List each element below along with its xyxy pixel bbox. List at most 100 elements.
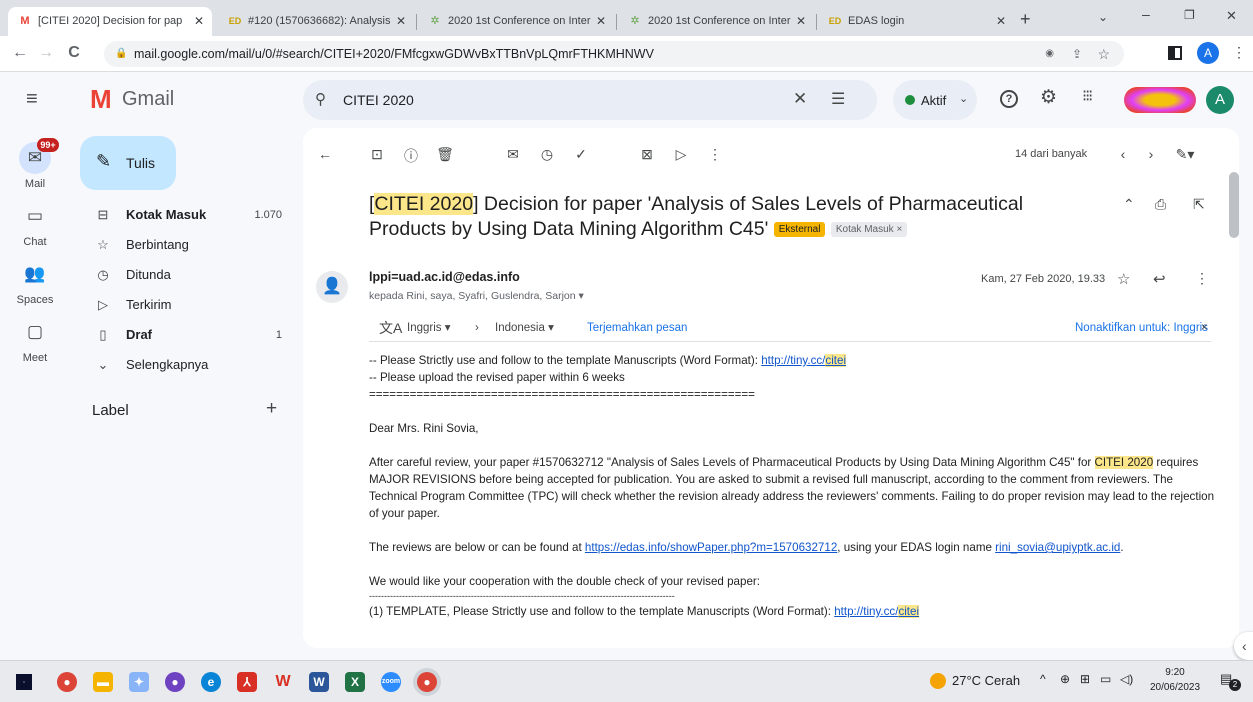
back-to-list-icon[interactable]: ← — [315, 146, 335, 162]
clock-time[interactable]: 9:20 — [1150, 667, 1200, 678]
url-field[interactable]: 🔒 mail.google.com/mail/u/0/#search/CITEI… — [104, 41, 1124, 67]
account-avatar[interactable]: A — [1206, 86, 1234, 114]
excel-icon[interactable]: X — [345, 672, 365, 692]
status-selector[interactable]: Aktif ⌄ — [893, 80, 977, 120]
archive-icon[interactable]: ⊡ — [367, 146, 387, 163]
close-tab-icon[interactable]: ✕ — [996, 7, 1006, 36]
browser-tab[interactable]: ✲ 2020 1st Conference on Inter ✕ — [618, 7, 814, 36]
chrome-profile-icon[interactable]: ● — [417, 672, 437, 692]
rail-item-spaces[interactable]: 👥 Spaces — [0, 258, 70, 306]
browser-tab[interactable]: M [CITEI 2020] Decision for pap ✕ — [8, 7, 212, 36]
view-icon[interactable]: ◉ — [1045, 41, 1054, 67]
zoom-icon[interactable]: zoom — [381, 672, 401, 692]
nav-item-more[interactable]: ⌄ Selengkapnya — [80, 350, 300, 380]
profile-avatar[interactable]: A — [1197, 42, 1219, 64]
review-link[interactable]: https://edas.info/showPaper.php?m=157063… — [585, 541, 837, 554]
forward-icon[interactable]: → — [36, 44, 56, 62]
main-menu-icon[interactable]: ≡ — [26, 88, 38, 111]
acrobat-icon[interactable]: ⅄ — [237, 672, 257, 692]
browser-tab[interactable]: ✲ 2020 1st Conference on Inter ✕ — [418, 7, 614, 36]
windows-start-icon[interactable] — [16, 674, 32, 690]
nav-item-snoozed[interactable]: ◷ Ditunda — [80, 260, 300, 290]
disable-translate-link[interactable]: Nonaktifkan untuk: Inggris — [1075, 314, 1208, 342]
file-explorer-icon[interactable]: ▬ — [93, 672, 113, 692]
search-bar[interactable]: ⚲ CITEI 2020 ✕ ☰ — [303, 80, 877, 120]
restore-icon[interactable]: ❐ — [1184, 8, 1195, 22]
show-side-panel-icon[interactable]: ‹ — [1234, 632, 1253, 660]
translate-link[interactable]: Terjemahkan pesan — [587, 314, 687, 342]
clear-search-icon[interactable]: ✕ — [793, 89, 807, 109]
source-language[interactable]: Inggris ▾ — [407, 314, 451, 342]
print-icon[interactable]: ⎙ — [1155, 196, 1166, 213]
add-task-icon[interactable]: ✓ — [571, 146, 591, 163]
move-to-icon[interactable]: ⊠ — [637, 146, 657, 163]
more-options-icon[interactable]: ⋮ — [705, 146, 725, 163]
template-link[interactable]: http://tiny.cc/citei — [761, 354, 847, 367]
bookmark-star-icon[interactable]: ☆ — [1097, 41, 1110, 67]
clock-date[interactable]: 20/06/2023 — [1146, 682, 1204, 693]
gmail-logo-icon[interactable]: M — [90, 84, 112, 115]
new-tab-icon[interactable]: + — [1020, 9, 1031, 30]
back-icon[interactable]: ← — [10, 44, 30, 62]
nav-item-inbox[interactable]: ⊟ Kotak Masuk 1.070 — [80, 200, 300, 230]
help-icon[interactable]: ? — [1000, 90, 1018, 108]
login-email-link[interactable]: rini_sovia@upiyptk.ac.id — [995, 541, 1120, 554]
battery-icon[interactable]: ▭ — [1100, 672, 1111, 686]
close-tab-icon[interactable]: ✕ — [596, 7, 606, 36]
scrollbar-thumb[interactable] — [1229, 172, 1239, 238]
nav-item-sent[interactable]: ▷ Terkirim — [80, 290, 300, 320]
rail-item-mail[interactable]: ✉ 99+ Mail — [0, 138, 70, 190]
browser-tab[interactable]: ED #120 (1570636682): Analysis ✕ — [218, 7, 414, 36]
tray-app-icon[interactable]: ⊕ — [1060, 672, 1070, 686]
paint-icon[interactable]: ✦ — [129, 672, 149, 692]
template-link[interactable]: http://tiny.cc/citei — [834, 605, 920, 618]
label-icon[interactable]: ▷ — [671, 146, 691, 163]
delete-icon[interactable]: 🗑 — [435, 146, 455, 163]
close-translate-icon[interactable]: × — [1201, 314, 1208, 342]
collapse-all-icon[interactable]: ⌃ — [1123, 196, 1135, 213]
chrome-icon[interactable]: ● — [57, 672, 77, 692]
search-options-icon[interactable]: ☰ — [831, 89, 845, 109]
rail-item-chat[interactable]: ▭ Chat — [0, 200, 70, 248]
close-tab-icon[interactable]: ✕ — [396, 7, 406, 36]
browser-tab[interactable]: ED EDAS login ✕ — [818, 7, 1014, 36]
newer-icon[interactable]: ‹ — [1113, 146, 1133, 162]
reply-icon[interactable]: ↩ — [1153, 270, 1166, 288]
sidepanel-icon[interactable] — [1168, 46, 1182, 60]
search-input[interactable]: CITEI 2020 — [343, 92, 414, 108]
recipients[interactable]: kepada Rini, saya, Syafri, Guslendra, Sa… — [369, 290, 584, 302]
apps-grid-icon[interactable]: ⁝⁝⁝ — [1082, 86, 1093, 106]
star-icon[interactable]: ☆ — [1117, 270, 1130, 288]
weather-text[interactable]: 27°C Cerah — [952, 673, 1020, 688]
nav-item-drafts[interactable]: ▯ Draf 1 — [80, 320, 300, 350]
minimize-icon[interactable]: – — [1142, 6, 1150, 22]
settings-gear-icon[interactable]: ⚙ — [1040, 86, 1057, 109]
input-tools-icon[interactable]: ✎▾ — [1175, 146, 1195, 163]
browser-menu-icon[interactable]: ⋮ — [1232, 44, 1246, 61]
close-tab-icon[interactable]: ✕ — [194, 7, 204, 36]
older-icon[interactable]: › — [1141, 146, 1161, 162]
tab-search-icon[interactable]: ⌄ — [1098, 10, 1108, 24]
reload-icon[interactable]: C — [64, 44, 84, 62]
mark-unread-icon[interactable]: ✉ — [503, 146, 523, 163]
sender-avatar[interactable]: 👤 — [316, 271, 348, 303]
wps-icon[interactable]: W — [273, 672, 293, 692]
report-spam-icon[interactable]: ⓘ — [401, 146, 421, 166]
target-language[interactable]: Indonesia ▾ — [495, 314, 554, 342]
notification-icon[interactable]: ▤ 2 — [1220, 671, 1241, 691]
show-hidden-icons[interactable]: ^ — [1040, 672, 1046, 686]
snooze-icon[interactable]: ◷ — [537, 146, 557, 163]
volume-icon[interactable]: ◁) — [1120, 672, 1133, 686]
window-close-icon[interactable]: ✕ — [1226, 8, 1237, 24]
edge-icon[interactable]: e — [201, 672, 221, 692]
nav-item-starred[interactable]: ☆ Berbintang — [80, 230, 300, 260]
inbox-label-chip[interactable]: Kotak Masuk × — [830, 222, 908, 238]
organization-logo[interactable] — [1124, 87, 1196, 113]
sender-address[interactable]: lppi=uad.ac.id@edas.info — [369, 270, 520, 284]
share-icon[interactable]: ⇪ — [1072, 41, 1082, 67]
media-app-icon[interactable]: ● — [165, 672, 185, 692]
close-tab-icon[interactable]: ✕ — [796, 7, 806, 36]
compose-button[interactable]: ✎ Tulis — [80, 136, 176, 190]
rail-item-meet[interactable]: ▢ Meet — [0, 316, 70, 364]
tray-screen-icon[interactable]: ⊞ — [1080, 672, 1090, 686]
